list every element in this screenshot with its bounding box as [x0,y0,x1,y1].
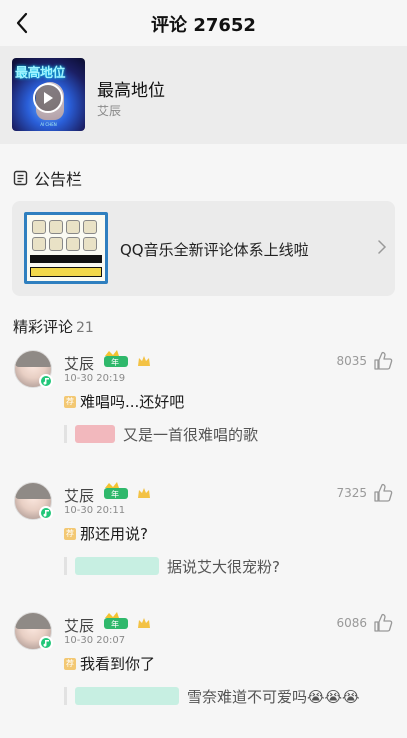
vip-badge-icon: 年 [104,482,128,499]
comment-time: 10-30 20:11 [64,505,126,516]
reply-divider [64,557,67,575]
comment-text: 我看到你了 [80,655,156,673]
reply-preview[interactable]: 据说艾大很宠粉? [64,551,280,581]
featured-comments-count: 21 [76,320,94,336]
comment-item[interactable]: 艾辰 年 10-30 20:19 8035 荐 难唱吗...还好吧 又是一首很难… [0,350,407,480]
notice-header: 公告栏 [13,166,82,190]
play-icon [44,92,53,104]
cover-small-text: AI CHEN [40,122,57,127]
reply-preview[interactable]: 雪奈难道不可爱吗😭😭😭 [64,681,360,711]
thumb-up-icon[interactable] [373,483,393,503]
comment-item[interactable]: 艾辰 年 10-30 20:11 7325 荐 那还用说? 据说艾大很宠粉? [0,482,407,612]
notice-icon [13,170,28,186]
reply-divider [64,687,67,705]
featured-comments-title: 精彩评论 [13,318,74,336]
featured-comments-header: 精彩评论 21 [13,316,94,337]
level-badge-icon [138,618,150,628]
chevron-right-icon [378,240,387,254]
comment-body: 荐 那还用说? [64,523,148,544]
song-name: 最高地位 [97,81,165,101]
reply-username-blurred [75,557,159,575]
svg-text:年: 年 [111,489,119,499]
album-cover[interactable]: 最高地位 AI CHEN [12,58,85,131]
comment-username[interactable]: 艾辰 [64,615,94,636]
thumb-up-icon[interactable] [373,613,393,633]
music-badge-icon [39,374,53,388]
reply-preview[interactable]: 又是一首很难唱的歌 [64,419,258,449]
level-badge-icon [138,356,150,366]
comment-text: 那还用说? [80,525,148,543]
reply-username-blurred [75,687,179,705]
vip-badge-icon: 年 [104,612,128,629]
quote-tag-icon: 荐 [64,527,76,540]
comment-body: 荐 难唱吗...还好吧 [64,391,184,412]
play-button[interactable] [33,83,63,113]
like-count: 8035 [336,354,367,368]
notice-title: 公告栏 [34,170,83,189]
vip-badge-icon: 年 [104,350,128,367]
song-card[interactable]: 最高地位 AI CHEN 最高地位 艾辰 [0,46,407,144]
reply-text: 据说艾大很宠粉? [167,557,280,576]
notice-card-text: QQ音乐全新评论体系上线啦 [120,241,309,259]
quote-tag-icon: 荐 [64,657,76,670]
like-count: 7325 [336,486,367,500]
quote-tag-icon: 荐 [64,395,76,408]
music-badge-icon [39,506,53,520]
reply-text: 雪奈难道不可爱吗😭😭😭 [187,687,360,706]
cover-title: 最高地位 [15,66,66,81]
notice-card[interactable]: QQ音乐全新评论体系上线啦 [12,201,395,296]
comment-item[interactable]: 艾辰 年 10-30 20:07 6086 荐 我看到你了 雪奈难道不可爱吗😭😭… [0,612,407,738]
page-title: 评论 27652 [151,15,256,36]
comment-text: 难唱吗...还好吧 [80,393,185,411]
reply-username-blurred [75,425,115,443]
svg-text:年: 年 [111,357,119,367]
thumb-up-icon[interactable] [373,351,393,371]
comment-time: 10-30 20:19 [64,373,126,384]
reply-text: 又是一首很难唱的歌 [123,425,259,444]
svg-text:年: 年 [111,619,119,629]
level-badge-icon [138,488,150,498]
notice-thumbnail [24,212,108,284]
comment-username[interactable]: 艾辰 [64,485,94,506]
music-badge-icon [39,636,53,650]
comment-username[interactable]: 艾辰 [64,353,94,374]
reply-divider [64,425,67,443]
song-artist[interactable]: 艾辰 [97,102,121,119]
comment-time: 10-30 20:07 [64,635,126,646]
top-bar: 评论 27652 [0,0,407,46]
comment-body: 荐 我看到你了 [64,653,155,674]
like-count: 6086 [336,616,367,630]
